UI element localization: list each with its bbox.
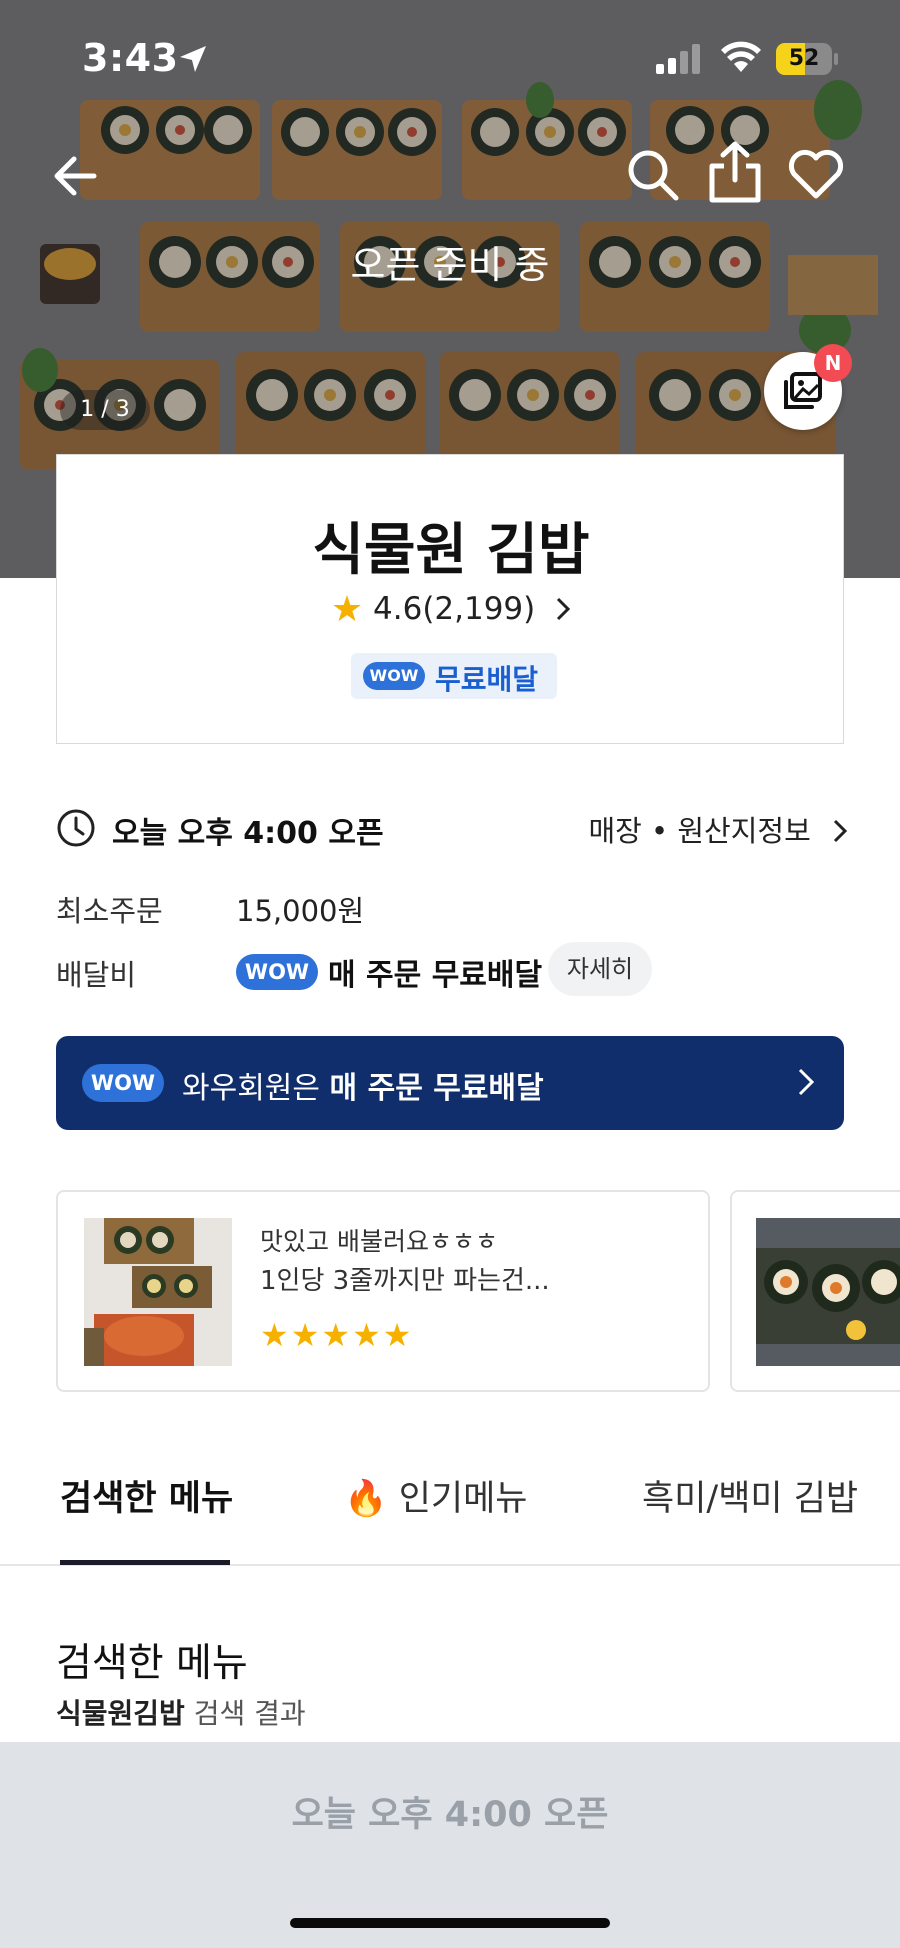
search-icon[interactable]	[624, 146, 682, 204]
min-order-value: 15,000원	[236, 894, 365, 928]
bottom-action-bar: 오늘 오후 4:00 오픈	[0, 1742, 900, 1948]
store-info-label: 매장 • 원산지정보	[588, 814, 811, 848]
back-arrow-icon[interactable]	[48, 148, 104, 204]
store-info-link[interactable]: 매장 • 원산지정보	[588, 808, 848, 850]
wow-banner-text: 와우회원은 매 주문 무료배달	[182, 1071, 544, 1106]
delivery-fee-label: 배달비	[56, 958, 137, 992]
photo-gallery-icon	[784, 372, 822, 409]
location-arrow-icon	[180, 46, 206, 72]
home-indicator[interactable]	[290, 1918, 610, 1928]
rating-text: 4.6(2,199)	[373, 591, 536, 627]
tab-popular-menu[interactable]: 🔥 인기메뉴	[344, 1470, 528, 1521]
free-delivery-label: 무료배달	[435, 663, 539, 696]
share-icon[interactable]	[706, 140, 764, 204]
store-rating[interactable]: ★ 4.6(2,199)	[57, 589, 845, 630]
status-bar: 3:43 52	[0, 0, 900, 110]
review-photo	[756, 1218, 900, 1366]
min-order-label: 최소주문	[56, 894, 163, 928]
review-photo	[84, 1218, 232, 1366]
free-delivery-badge: WOW 무료배달	[351, 653, 557, 699]
status-time: 3:43	[82, 36, 179, 80]
wow-badge: WOW	[363, 662, 425, 690]
cellular-signal-icon	[656, 44, 700, 74]
section-subtitle: 식물원김밥 검색 결과	[56, 1697, 306, 1730]
review-stars: ★★★★★	[260, 1316, 414, 1354]
menu-tabs: 검색한 메뉴 🔥 인기메뉴 흑미/백미 김밥	[0, 1470, 900, 1566]
delivery-fee-detail-button[interactable]: 자세히	[548, 942, 652, 996]
favorite-heart-icon[interactable]	[786, 146, 846, 202]
store-card: 식물원 김밥 ★ 4.6(2,199) WOW 무료배달	[56, 454, 844, 744]
bottom-open-time-button[interactable]: 오늘 오후 4:00 오픈	[0, 1786, 900, 1837]
review-card[interactable]: 맛있고 배불러요ㅎㅎㅎ 1인당 3줄까지만 파는건... ★★★★★	[56, 1190, 710, 1392]
chevron-right-icon	[798, 1068, 815, 1096]
review-card[interactable]	[730, 1190, 900, 1392]
hero-open-status: 오픈 준비 중	[350, 243, 550, 287]
tab-black-white-rice-kimbap[interactable]: 흑미/백미 김밥	[642, 1470, 858, 1521]
open-time-text: 오늘 오후 4:00 오픈	[112, 816, 384, 851]
clock-icon	[57, 809, 95, 847]
wow-badge: WOW	[236, 954, 318, 990]
star-icon: ★	[330, 589, 364, 630]
photo-counter: 1 / 3	[60, 390, 150, 430]
wifi-icon	[721, 41, 761, 72]
chevron-right-icon	[557, 597, 571, 621]
delivery-fee-value: 매 주문 무료배달	[328, 958, 543, 993]
review-text-line2: 1인당 3줄까지만 파는건...	[260, 1266, 550, 1296]
active-tab-indicator	[60, 1560, 230, 1565]
chevron-right-icon	[833, 819, 848, 843]
wow-membership-banner[interactable]: WOW 와우회원은 매 주문 무료배달	[56, 1036, 844, 1130]
store-name: 식물원 김밥	[312, 518, 590, 583]
tab-searched-menu[interactable]: 검색한 메뉴	[60, 1470, 233, 1521]
battery-percent: 52	[788, 46, 820, 71]
new-badge: N	[814, 344, 852, 382]
battery-icon: 52	[776, 43, 838, 75]
wow-badge: WOW	[82, 1064, 164, 1102]
section-title: 검색한 메뉴	[56, 1641, 248, 1686]
review-text-line1: 맛있고 배불러요ㅎㅎㅎ	[260, 1227, 498, 1256]
open-time-row: 오늘 오후 4:00 오픈 매장 • 원산지정보	[56, 806, 848, 851]
